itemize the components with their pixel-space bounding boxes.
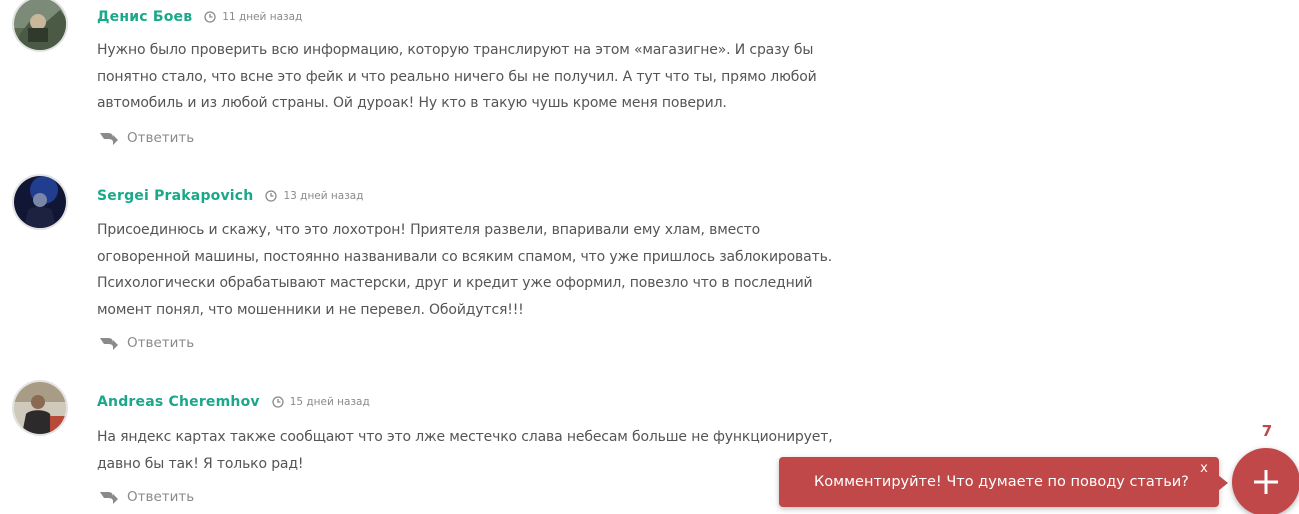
comment-line: оговоренной машины, постоянно названивал… <box>97 248 832 265</box>
avatar[interactable] <box>12 380 68 436</box>
avatar[interactable] <box>12 174 68 230</box>
comment-item: Andreas Cheremhov 15 дней назад На яндек… <box>0 376 860 514</box>
comment-line: На яндекс картах также сообщают что это … <box>97 429 833 445</box>
comment-line: Нужно было проверить всю информацию, кот… <box>97 42 814 58</box>
reply-arrow-icon <box>100 133 118 145</box>
clock-icon <box>265 190 278 202</box>
reply-label: Ответить <box>127 489 195 505</box>
comment-line: автомобиль и из любой страны. Ой дуроак!… <box>97 95 727 111</box>
comment-line: момент понял, что мошенники и не перевел… <box>97 301 524 318</box>
comment-text: На яндекс картах также сообщают что это … <box>97 424 837 477</box>
comment-line: понятно стало, что всне это фейк и что р… <box>97 68 817 85</box>
plus-icon <box>1254 470 1278 494</box>
comment-prompt-text: Комментируйте! Что думаете по поводу ста… <box>814 474 1189 490</box>
comments-page: Денис Боев 11 дней назад Нужно было пров… <box>0 0 1299 514</box>
add-comment-button[interactable] <box>1232 448 1299 514</box>
comment-count-badge: 7 <box>1261 422 1273 440</box>
comment-text: Нужно было проверить всю информацию, кот… <box>97 37 837 117</box>
comment-prompt-bubble[interactable]: Комментируйте! Что думаете по поводу ста… <box>779 457 1228 507</box>
clock-icon <box>204 11 216 23</box>
reply-button[interactable]: Ответить <box>99 333 194 353</box>
comment-line: давно бы так! Я только рад! <box>97 455 304 472</box>
comment-meta: Денис Боев 11 дней назад <box>97 7 302 27</box>
comment-author[interactable]: Денис Боев <box>97 9 192 25</box>
reply-arrow-icon <box>100 492 118 504</box>
comment-meta: Andreas Cheremhov 15 дней назад <box>97 392 370 412</box>
reply-label: Ответить <box>127 130 195 146</box>
comment-line: Психологически обрабатывают мастерски, д… <box>97 275 813 291</box>
comment-author[interactable]: Sergei Prakapovich <box>97 188 253 204</box>
comment-date: 13 дней назад <box>283 190 364 202</box>
reply-button[interactable]: Ответить <box>99 128 194 148</box>
reply-arrow-icon <box>100 338 118 350</box>
comment-item: Sergei Prakapovich 13 дней назад Присоед… <box>0 170 860 360</box>
avatar[interactable] <box>12 0 68 52</box>
comment-meta: Sergei Prakapovich 13 дней назад <box>97 186 364 206</box>
reply-button[interactable]: Ответить <box>99 487 194 507</box>
close-prompt-button[interactable]: x <box>1197 461 1211 477</box>
reply-label: Ответить <box>127 335 195 351</box>
comment-text: Присоединюсь и скажу, что это лохотрон! … <box>97 217 837 323</box>
comment-date: 15 дней назад <box>289 396 370 408</box>
comment-date: 11 дней назад <box>222 11 303 23</box>
comment-line: Присоединюсь и скажу, что это лохотрон! … <box>97 222 761 238</box>
comment-item: Денис Боев 11 дней назад Нужно было пров… <box>0 0 860 160</box>
comment-author[interactable]: Andreas Cheremhov <box>97 394 260 410</box>
clock-icon <box>272 396 284 408</box>
